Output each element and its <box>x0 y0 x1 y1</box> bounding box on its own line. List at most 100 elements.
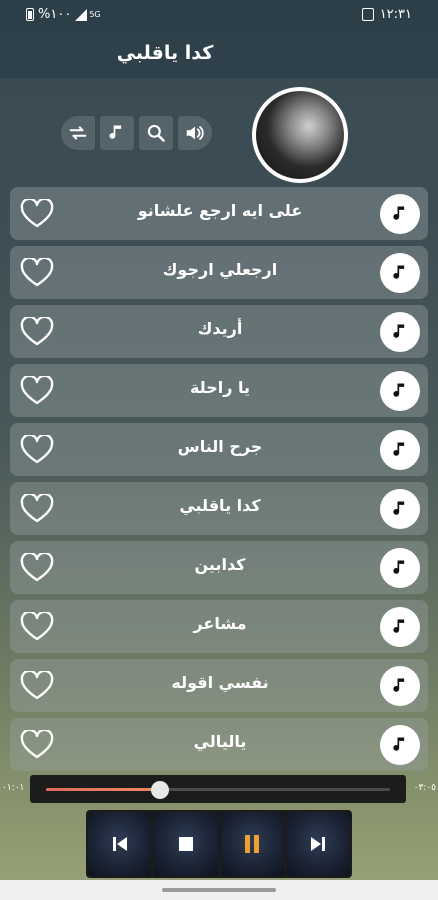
song-item[interactable]: مشاعر <box>10 600 428 653</box>
music-note-icon <box>393 206 405 220</box>
pause-icon <box>245 835 260 853</box>
song-item[interactable]: كدابين <box>10 541 428 594</box>
music-note-icon <box>393 501 405 515</box>
player-controls <box>86 810 352 878</box>
song-title: يا راحلة <box>189 378 251 397</box>
repeat-icon <box>69 126 87 140</box>
song-item[interactable]: ياليالي <box>10 718 428 771</box>
song-title: ياليالي <box>193 732 247 751</box>
play-song-button[interactable] <box>380 548 420 588</box>
music-note-icon <box>393 324 405 338</box>
favorite-button[interactable] <box>20 552 54 584</box>
seek-slider[interactable] <box>30 775 406 803</box>
next-button[interactable] <box>286 812 350 876</box>
app-header: كدا ياقلبي <box>0 30 438 78</box>
heart-icon <box>20 258 54 287</box>
play-song-button[interactable] <box>380 430 420 470</box>
song-title: أريدك <box>197 319 243 338</box>
signal-icon <box>75 8 88 21</box>
music-note-icon <box>393 737 405 751</box>
song-title: كدابين <box>194 555 246 574</box>
favorite-button[interactable] <box>20 611 54 643</box>
song-title: جرح الناس <box>177 437 263 456</box>
favorite-button[interactable] <box>20 729 54 761</box>
battery-icon <box>26 8 34 21</box>
song-item[interactable]: أريدك <box>10 305 428 358</box>
seek-progress <box>46 788 160 791</box>
song-item[interactable]: ارجعلي ارجوك <box>10 246 428 299</box>
play-song-button[interactable] <box>380 312 420 352</box>
favorite-button[interactable] <box>20 493 54 525</box>
play-song-button[interactable] <box>380 371 420 411</box>
song-title: على ايه ارجع علشانو <box>137 201 303 220</box>
toolbar <box>60 115 213 151</box>
favorite-button[interactable] <box>20 198 54 230</box>
search-button[interactable] <box>138 115 174 151</box>
seek-bar: ٠١:٠١ ٠٣:٠٥ <box>0 775 438 803</box>
sim-icon <box>361 8 374 21</box>
song-item[interactable]: يا راحلة <box>10 364 428 417</box>
music-note-icon <box>393 560 405 574</box>
album-art <box>252 87 348 183</box>
volume-icon <box>186 126 204 140</box>
music-note-icon <box>393 265 405 279</box>
system-nav-bar <box>0 880 438 900</box>
music-note-icon <box>393 383 405 397</box>
music-note-icon <box>393 619 405 633</box>
heart-icon <box>20 612 54 641</box>
play-song-button[interactable] <box>380 725 420 765</box>
heart-icon <box>20 494 54 523</box>
heart-icon <box>20 199 54 228</box>
favorite-button[interactable] <box>20 375 54 407</box>
previous-button[interactable] <box>88 812 152 876</box>
elapsed-time: ٠١:٠١ <box>2 783 25 793</box>
stop-button[interactable] <box>154 812 218 876</box>
song-title: ارجعلي ارجوك <box>162 260 278 279</box>
volume-button[interactable] <box>177 115 213 151</box>
next-icon <box>311 837 326 851</box>
heart-icon <box>20 553 54 582</box>
repeat-button[interactable] <box>60 115 96 151</box>
stop-icon <box>178 837 193 851</box>
favorite-button[interactable] <box>20 316 54 348</box>
favorite-button[interactable] <box>20 257 54 289</box>
heart-icon <box>20 730 54 759</box>
play-song-button[interactable] <box>380 194 420 234</box>
song-title: نفسي اقوله <box>171 673 269 692</box>
page-title: كدا ياقلبي <box>116 42 214 64</box>
song-list: على ايه ارجع علشانو ارجعلي ارجوك أريدك ي… <box>10 187 428 777</box>
status-bar: %١٠٠ 5G ١٢:٣١ <box>0 0 438 30</box>
play-song-button[interactable] <box>380 489 420 529</box>
pause-button[interactable] <box>220 812 284 876</box>
favorite-button[interactable] <box>20 434 54 466</box>
song-title: كدا ياقلبي <box>179 496 261 515</box>
music-note-icon <box>109 125 122 139</box>
music-note-icon <box>393 678 405 692</box>
play-song-button[interactable] <box>380 666 420 706</box>
clock: ١٢:٣١ <box>379 7 412 22</box>
status-right: ١٢:٣١ <box>361 7 412 22</box>
home-handle[interactable] <box>162 888 276 892</box>
favorite-button[interactable] <box>20 670 54 702</box>
search-icon <box>147 124 165 142</box>
seek-track[interactable] <box>46 781 390 799</box>
song-item[interactable]: جرح الناس <box>10 423 428 476</box>
play-song-button[interactable] <box>380 253 420 293</box>
music-note-icon <box>393 442 405 456</box>
heart-icon <box>20 435 54 464</box>
song-item[interactable]: على ايه ارجع علشانو <box>10 187 428 240</box>
song-title: مشاعر <box>193 614 247 633</box>
play-song-button[interactable] <box>380 607 420 647</box>
status-left: %١٠٠ 5G <box>26 7 101 22</box>
total-duration: ٠٣:٠٥ <box>413 783 436 793</box>
song-item[interactable]: نفسي اقوله <box>10 659 428 712</box>
heart-icon <box>20 317 54 346</box>
heart-icon <box>20 671 54 700</box>
music-button[interactable] <box>99 115 135 151</box>
heart-icon <box>20 376 54 405</box>
seek-thumb[interactable] <box>150 781 169 799</box>
song-item[interactable]: كدا ياقلبي <box>10 482 428 535</box>
previous-icon <box>112 837 127 851</box>
network-type: 5G <box>89 10 101 19</box>
battery-level: %١٠٠ <box>38 7 72 22</box>
